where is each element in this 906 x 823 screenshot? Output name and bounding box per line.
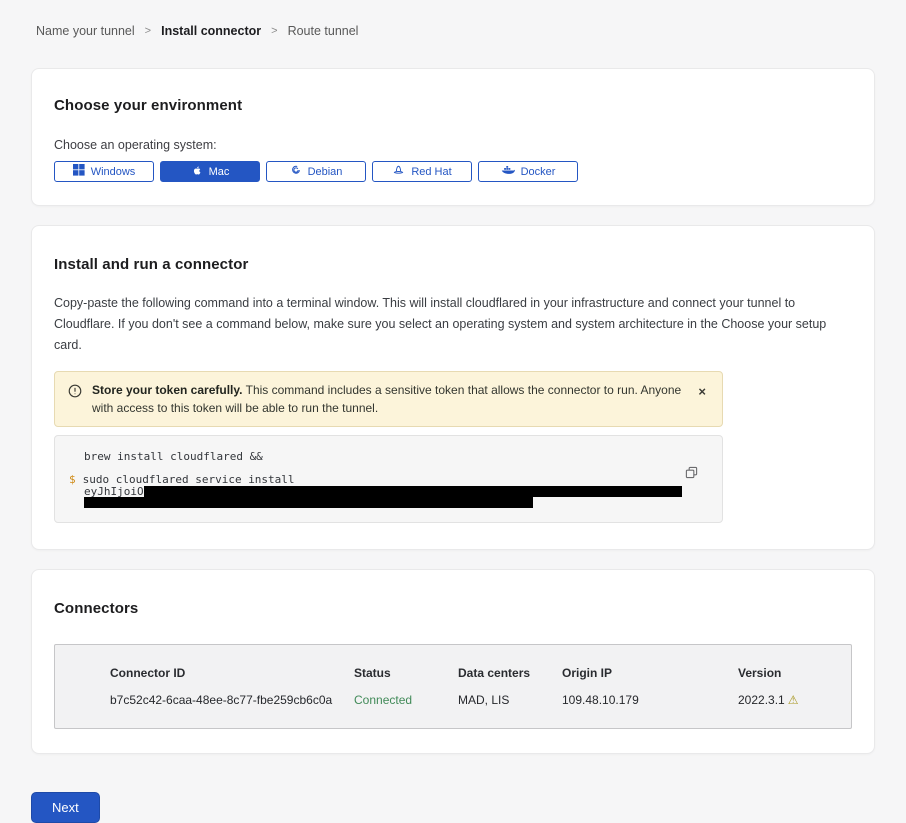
connector-id-value: b7c52c42-6caa-48ee-8c77-fbe259cb6c0a: [110, 693, 354, 707]
breadcrumb-step-route-tunnel[interactable]: Route tunnel: [288, 24, 359, 38]
token-redaction-bar: [144, 486, 682, 497]
install-description: Copy-paste the following command into a …: [54, 293, 852, 356]
next-button[interactable]: Next: [31, 792, 100, 823]
code-line-sudo: $ sudo cloudflared service install: [69, 473, 682, 486]
origin-ip-value: 109.48.10.179: [562, 693, 738, 707]
os-button-label: Windows: [91, 166, 136, 178]
os-select-label: Choose an operating system:: [54, 138, 852, 152]
install-card-title: Install and run a connector: [54, 256, 852, 273]
environment-card-title: Choose your environment: [54, 97, 852, 114]
close-icon[interactable]: ×: [694, 381, 710, 403]
connectors-card: Connectors Connector ID Status Data cent…: [31, 569, 875, 754]
table-row: b7c52c42-6caa-48ee-8c77-fbe259cb6c0a Con…: [110, 693, 841, 707]
alert-circle-icon: [68, 384, 82, 401]
column-header-status: Status: [354, 666, 458, 693]
os-button-windows[interactable]: Windows: [54, 161, 154, 182]
breadcrumb-separator: >: [145, 25, 151, 37]
breadcrumb: Name your tunnel > Install connector > R…: [0, 0, 906, 38]
os-button-redhat[interactable]: Red Hat: [372, 161, 472, 182]
os-button-label: Red Hat: [411, 166, 451, 178]
token-redaction-bar: [84, 497, 533, 508]
warning-triangle-icon: ⚠: [788, 693, 799, 707]
token-prefix-text: eyJhIjoiO: [84, 486, 144, 497]
os-button-label: Mac: [209, 166, 230, 178]
redhat-logo-icon: [392, 164, 405, 179]
token-warning-banner: Store your token carefully. This command…: [54, 371, 723, 427]
environment-card: Choose your environment Choose an operat…: [31, 68, 875, 206]
debian-logo-icon: [290, 164, 302, 179]
install-connector-card: Install and run a connector Copy-paste t…: [31, 225, 875, 550]
code-line-brew: brew install cloudflared &&: [69, 450, 682, 463]
copy-icon[interactable]: [683, 464, 700, 484]
shell-prompt: $: [69, 473, 76, 486]
column-header-data-centers: Data centers: [458, 666, 562, 693]
windows-logo-icon: [73, 164, 85, 179]
status-badge: Connected: [354, 693, 458, 707]
connectors-table: Connector ID Status Data centers Origin …: [54, 644, 852, 729]
column-header-version: Version: [738, 666, 841, 693]
os-button-debian[interactable]: Debian: [266, 161, 366, 182]
os-button-docker[interactable]: Docker: [478, 161, 578, 182]
column-header-connector-id: Connector ID: [110, 666, 354, 693]
install-command-code-block: brew install cloudflared && $ sudo cloud…: [54, 435, 723, 523]
connectors-table-header: Connector ID Status Data centers Origin …: [110, 666, 841, 693]
column-header-origin-ip: Origin IP: [562, 666, 738, 693]
os-button-group: Windows Mac Debian Red Hat: [54, 161, 852, 182]
code-token-line: eyJhIjoiO: [69, 486, 682, 497]
os-button-mac[interactable]: Mac: [160, 161, 260, 182]
docker-logo-icon: [501, 164, 515, 179]
os-button-label: Debian: [308, 166, 343, 178]
apple-logo-icon: [191, 164, 203, 180]
connectors-card-title: Connectors: [54, 600, 852, 617]
breadcrumb-step-name-your-tunnel[interactable]: Name your tunnel: [36, 24, 135, 38]
page-content: Choose your environment Choose an operat…: [31, 68, 875, 754]
version-number: 2022.3.1: [738, 693, 785, 707]
data-centers-value: MAD, LIS: [458, 693, 562, 707]
breadcrumb-step-install-connector[interactable]: Install connector: [161, 24, 261, 38]
breadcrumb-separator: >: [271, 25, 277, 37]
token-warning-text: Store your token carefully. This command…: [92, 381, 684, 417]
version-value: 2022.3.1⚠: [738, 693, 841, 707]
token-warning-title: Store your token carefully.: [92, 383, 243, 397]
os-button-label: Docker: [521, 166, 556, 178]
